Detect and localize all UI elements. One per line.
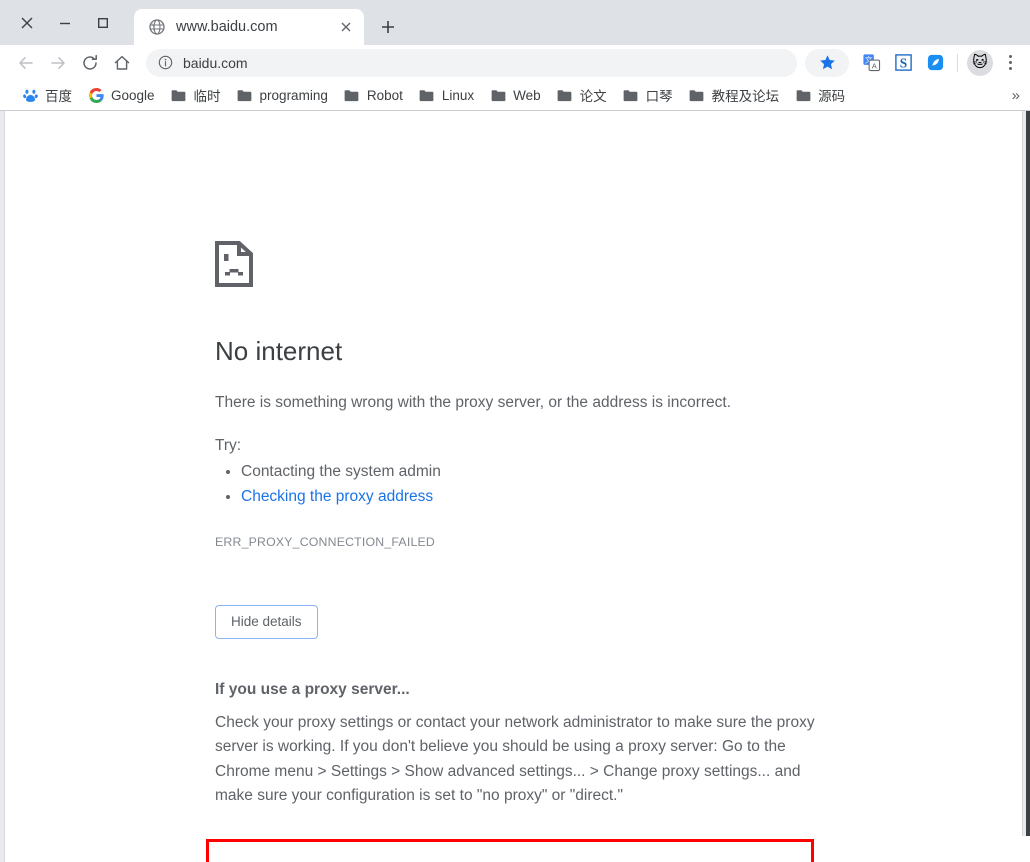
home-icon[interactable] <box>106 48 138 78</box>
avatar-emoji: 🐱 <box>972 54 988 71</box>
svg-text:S: S <box>899 55 906 70</box>
bookmark-folder-web[interactable]: Web <box>482 83 549 107</box>
folder-icon <box>689 87 705 103</box>
bookmark-folder-linux[interactable]: Linux <box>411 83 482 107</box>
error-code: ERR_PROXY_CONNECTION_FAILED <box>215 535 435 550</box>
bookmark-label: Google <box>111 87 155 103</box>
bookmark-label: 临时 <box>193 89 221 104</box>
bookmark-folder-robot[interactable]: Robot <box>336 83 411 107</box>
toolbar-right-actions: 文 A S 🐱 <box>805 48 1024 78</box>
blue-leaf-extension-icon[interactable] <box>919 48 951 78</box>
bookmarks-bar: 百度 Google 临时 programing Robot Linux Web … <box>0 80 1030 110</box>
address-bar[interactable]: baidu.com <box>146 48 797 77</box>
bookmark-folder-jiaochengjiluntan[interactable]: 教程及论坛 <box>681 83 788 107</box>
toolbar-divider <box>957 53 958 72</box>
try-label: Try: <box>215 437 242 455</box>
red-highlight-box <box>206 839 814 862</box>
suggestion-text: Contacting the system admin <box>241 463 441 481</box>
bookmark-label: 口琴 <box>645 89 673 104</box>
page-viewport: No internet There is something wrong wit… <box>0 111 1030 862</box>
bookmark-label: 教程及论坛 <box>711 89 780 104</box>
folder-icon <box>171 87 187 103</box>
details-section: If you use a proxy server... Check your … <box>215 681 835 809</box>
tab-strip: www.baidu.com <box>0 0 1030 45</box>
info-circle-icon[interactable] <box>156 54 174 72</box>
bookmark-star-icon[interactable] <box>805 48 849 77</box>
page-title: No internet <box>215 336 343 366</box>
folder-icon <box>419 87 435 103</box>
bookmark-folder-lunwen[interactable]: 论文 <box>549 83 615 107</box>
error-page: No internet There is something wrong wit… <box>215 241 835 809</box>
bookmark-label: Linux <box>441 87 475 103</box>
sogou-input-extension-icon[interactable]: S <box>887 48 919 78</box>
details-heading: If you use a proxy server... <box>215 680 410 698</box>
google-favicon <box>88 87 104 103</box>
translate-extension-icon[interactable]: 文 A <box>855 48 887 78</box>
close-window-button[interactable] <box>8 8 46 38</box>
list-item: Checking the proxy address <box>241 484 835 509</box>
bookmark-label: Web <box>513 87 541 103</box>
three-dot-menu-icon[interactable] <box>996 48 1024 78</box>
hide-details-button[interactable]: Hide details <box>215 605 318 639</box>
window-left-edge <box>0 111 5 862</box>
folder-icon <box>490 87 506 103</box>
avatar[interactable]: 🐱 <box>967 49 993 76</box>
suggestion-list: Contacting the system admin Checking the… <box>215 459 835 509</box>
menu-dot <box>1008 61 1012 64</box>
reload-icon[interactable] <box>74 48 106 78</box>
bookmark-item-baidu[interactable]: 百度 <box>14 83 80 107</box>
back-arrow-icon[interactable] <box>10 48 42 78</box>
menu-dot <box>1008 55 1012 58</box>
window-controls <box>0 0 122 45</box>
bookmark-folder-programing[interactable]: programing <box>229 83 336 107</box>
bookmark-folder-kouqin[interactable]: 口琴 <box>615 83 681 107</box>
close-tab-button[interactable] <box>336 17 356 37</box>
browser-window: www.baidu.com baidu.com 文 A S 🐱 百度 Googl… <box>0 0 1030 862</box>
bookmark-folder-linshi[interactable]: 临时 <box>163 83 229 107</box>
folder-icon <box>237 87 253 103</box>
new-tab-button[interactable] <box>370 11 406 43</box>
browser-toolbar: baidu.com 文 A S 🐱 <box>0 45 1030 80</box>
url-text[interactable]: baidu.com <box>183 55 248 71</box>
details-body: Check your proxy settings or contact you… <box>215 713 815 805</box>
bookmark-label: 论文 <box>579 89 607 104</box>
maximize-window-button[interactable] <box>84 8 122 38</box>
globe-icon <box>148 18 166 36</box>
folder-icon <box>623 87 639 103</box>
sad-page-icon <box>215 241 835 292</box>
bookmark-label: 源码 <box>818 89 846 104</box>
bookmarks-overflow-button[interactable]: » <box>1012 88 1020 103</box>
browser-tab[interactable]: www.baidu.com <box>134 9 364 45</box>
minimize-window-button[interactable] <box>46 8 84 38</box>
folder-icon <box>557 87 573 103</box>
menu-dot <box>1008 67 1012 70</box>
window-right-border <box>1026 111 1030 836</box>
bookmark-item-google[interactable]: Google <box>80 83 163 107</box>
forward-arrow-icon[interactable] <box>42 48 74 78</box>
folder-icon <box>795 87 811 103</box>
bookmark-label: Robot <box>366 87 403 103</box>
error-summary: There is something wrong with the proxy … <box>215 394 732 412</box>
folder-icon <box>344 87 360 103</box>
bookmark-label: 百度 <box>45 89 72 104</box>
baidu-favicon <box>22 87 38 103</box>
tab-title: www.baidu.com <box>176 19 278 35</box>
bookmark-label: programing <box>259 87 328 103</box>
bookmark-folder-yuanma[interactable]: 源码 <box>787 83 853 107</box>
check-proxy-address-link[interactable]: Checking the proxy address <box>241 488 433 505</box>
list-item: Contacting the system admin <box>241 459 835 484</box>
